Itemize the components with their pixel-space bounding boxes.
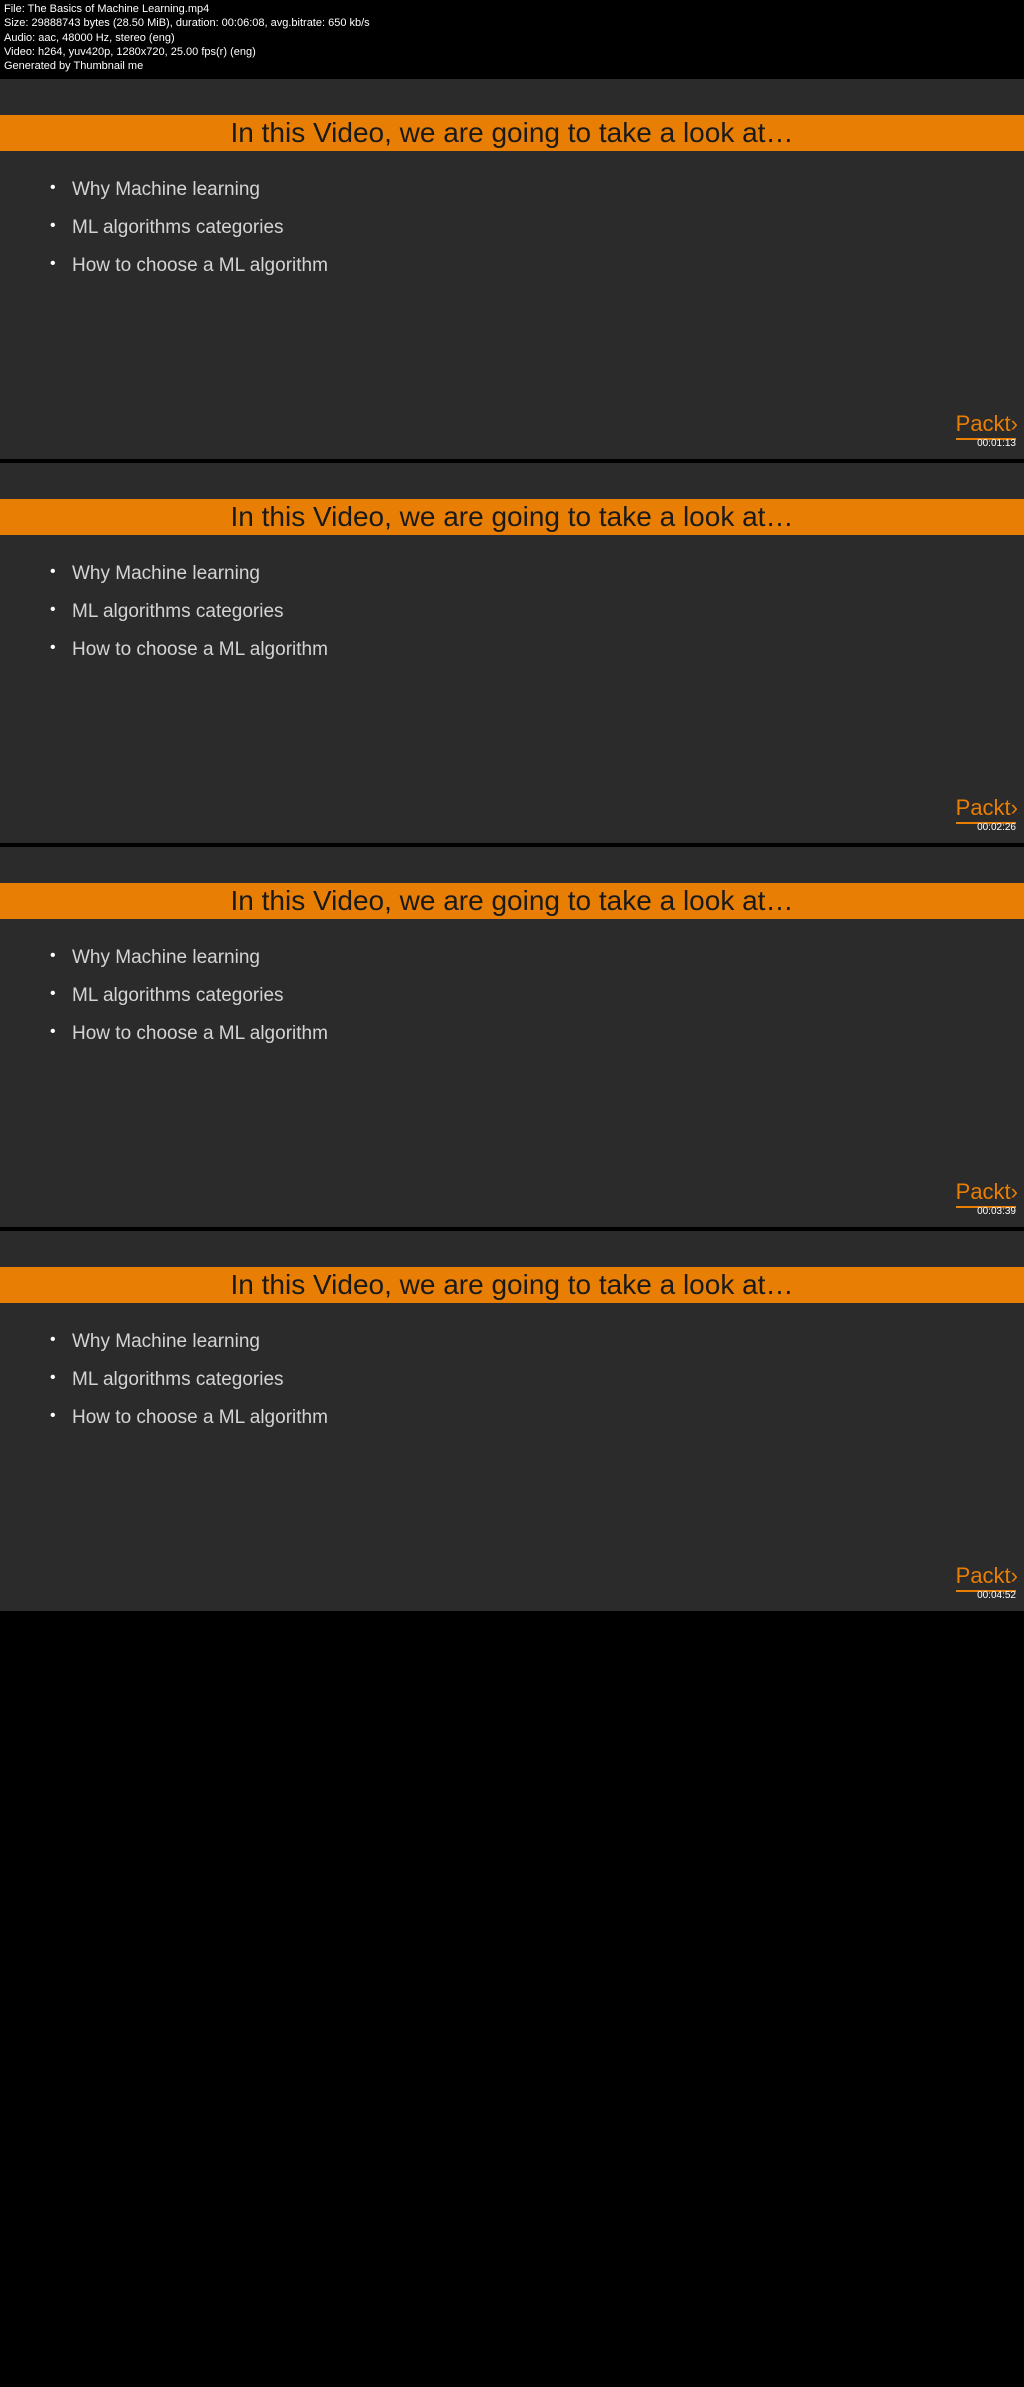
watermark: Packt› 00:01:13 xyxy=(956,411,1016,449)
file-info-header: File: The Basics of Machine Learning.mp4… xyxy=(0,0,1024,75)
slide-title: In this Video, we are going to take a lo… xyxy=(0,883,1024,919)
list-item: Why Machine learning xyxy=(50,1323,1024,1361)
watermark: Packt› 00:03:39 xyxy=(956,1179,1016,1217)
slide-title: In this Video, we are going to take a lo… xyxy=(0,1267,1024,1303)
bullet-list: Why Machine learning ML algorithms categ… xyxy=(0,535,1024,669)
watermark: Packt› 00:02:26 xyxy=(956,795,1016,833)
list-item: ML algorithms categories xyxy=(50,593,1024,631)
thumbnail-frame: In this Video, we are going to take a lo… xyxy=(0,847,1024,1227)
list-item: ML algorithms categories xyxy=(50,1361,1024,1399)
generated-line: Generated by Thumbnail me xyxy=(4,59,1020,73)
list-item: How to choose a ML algorithm xyxy=(50,1399,1024,1437)
bullet-list: Why Machine learning ML algorithms categ… xyxy=(0,151,1024,285)
list-item: ML algorithms categories xyxy=(50,209,1024,247)
list-item: Why Machine learning xyxy=(50,555,1024,593)
audio-line: Audio: aac, 48000 Hz, stereo (eng) xyxy=(4,31,1020,45)
list-item: How to choose a ML algorithm xyxy=(50,1015,1024,1053)
list-item: Why Machine learning xyxy=(50,939,1024,977)
packt-logo: Packt› xyxy=(956,1563,1016,1592)
file-size-line: Size: 29888743 bytes (28.50 MiB), durati… xyxy=(4,16,1020,30)
slide-title: In this Video, we are going to take a lo… xyxy=(0,499,1024,535)
thumbnail-frame: In this Video, we are going to take a lo… xyxy=(0,463,1024,843)
bullet-list: Why Machine learning ML algorithms categ… xyxy=(0,1303,1024,1437)
file-name-line: File: The Basics of Machine Learning.mp4 xyxy=(4,2,1020,16)
list-item: Why Machine learning xyxy=(50,171,1024,209)
thumbnail-frame: In this Video, we are going to take a lo… xyxy=(0,79,1024,459)
packt-logo: Packt› xyxy=(956,1179,1016,1208)
packt-logo: Packt› xyxy=(956,795,1016,824)
list-item: How to choose a ML algorithm xyxy=(50,247,1024,285)
list-item: ML algorithms categories xyxy=(50,977,1024,1015)
packt-logo: Packt› xyxy=(956,411,1016,440)
video-line: Video: h264, yuv420p, 1280x720, 25.00 fp… xyxy=(4,45,1020,59)
bullet-list: Why Machine learning ML algorithms categ… xyxy=(0,919,1024,1053)
list-item: How to choose a ML algorithm xyxy=(50,631,1024,669)
slide-title: In this Video, we are going to take a lo… xyxy=(0,115,1024,151)
thumbnail-frame: In this Video, we are going to take a lo… xyxy=(0,1231,1024,1611)
watermark: Packt› 00:04:52 xyxy=(956,1563,1016,1601)
thumbnail-grid: In this Video, we are going to take a lo… xyxy=(0,75,1024,1611)
